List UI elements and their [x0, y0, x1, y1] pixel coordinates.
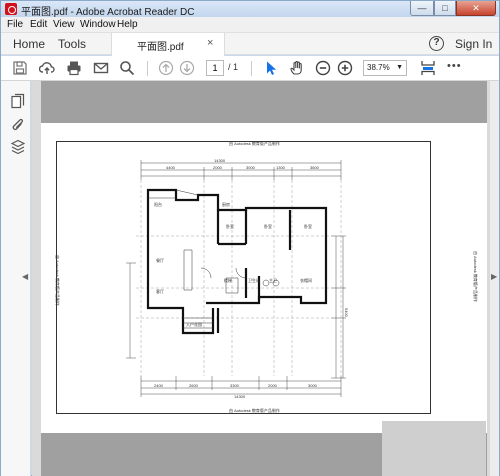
menu-window[interactable]: Window	[80, 19, 116, 30]
zoom-out-icon[interactable]	[315, 60, 331, 76]
maximize-button[interactable]: □	[434, 1, 456, 16]
print-icon[interactable]	[66, 60, 82, 76]
page-down-icon[interactable]	[179, 60, 195, 76]
menu-file[interactable]: File	[7, 19, 23, 30]
close-button[interactable]: ✕	[456, 1, 496, 16]
email-icon[interactable]	[93, 60, 109, 76]
room-label: 卧室	[226, 223, 234, 229]
select-cursor-icon[interactable]	[263, 60, 279, 76]
page-edge-shadow	[382, 421, 486, 476]
document-viewport: 由 Autodesk 教育版产品制作 由 Autodesk 教育版产品制作 由 …	[32, 81, 490, 476]
menu-help[interactable]: Help	[117, 19, 138, 30]
page-total: / 1	[228, 62, 239, 72]
right-panel-expand-icon[interactable]: ▶	[491, 272, 497, 281]
title-bar: 平面图.pdf - Adobe Acrobat Reader DC — □ ✕	[1, 1, 499, 18]
right-side-caption: 由 Autodesk 教育版产品制作	[473, 251, 478, 302]
room-label: 主卫	[269, 277, 277, 283]
top-caption: 由 Autodesk 教育版产品制作	[229, 141, 280, 146]
page-up-icon[interactable]	[158, 60, 174, 76]
bottom-dim-2: 2600	[189, 383, 199, 388]
room-label: 卫生间	[248, 277, 260, 283]
side-total-dimension: 9400	[344, 308, 349, 318]
left-rail: ◀	[1, 81, 31, 476]
zoom-in-icon[interactable]	[337, 60, 353, 76]
tools-tab[interactable]: Tools	[58, 37, 86, 51]
document-tab-label: 平面图.pdf	[137, 42, 184, 53]
floor-plan-drawing: 14300 4400 2000 3000 1300 3600 2400 2600…	[126, 158, 349, 398]
minimize-button[interactable]: —	[410, 1, 434, 16]
room-label: 阳台	[154, 201, 162, 207]
bottom-dim-1: 2400	[154, 383, 164, 388]
window-title: 平面图.pdf - Adobe Acrobat Reader DC	[21, 7, 195, 18]
toolbar-separator	[147, 61, 148, 76]
menu-view[interactable]: View	[53, 19, 75, 30]
zoom-level-select[interactable]: 38.7% ▼	[363, 60, 407, 76]
bottom-caption: 由 Autodesk 教育版产品制作	[229, 408, 280, 413]
fit-page-icon[interactable]	[420, 60, 436, 76]
close-tab-icon[interactable]: ×	[207, 37, 213, 49]
acrobat-logo-icon	[5, 3, 17, 15]
page-gap-top	[41, 81, 487, 123]
sign-in-button[interactable]: Sign In	[455, 37, 492, 51]
toolbar: / 1 38.7% ▼ •••	[1, 56, 499, 81]
hand-tool-icon[interactable]	[289, 60, 305, 76]
menu-edit[interactable]: Edit	[30, 19, 47, 30]
room-label: 客厅	[156, 288, 164, 294]
menu-bar: File Edit View Window Help	[1, 17, 499, 33]
top-dim-4: 1300	[276, 165, 286, 170]
page-thumbnails-icon[interactable]	[11, 93, 25, 109]
top-dim-1: 4400	[166, 165, 176, 170]
room-label: 卧室	[264, 223, 272, 229]
top-total-dimension: 14300	[214, 158, 226, 163]
room-label: 入户花园	[186, 321, 202, 327]
room-label: 餐厅	[156, 257, 164, 263]
page-number-input[interactable]	[206, 60, 224, 76]
layers-icon[interactable]	[11, 139, 25, 155]
top-dim-3: 3000	[246, 165, 256, 170]
document-tab[interactable]: 平面图.pdf ×	[111, 33, 225, 56]
top-dim-2: 2000	[213, 165, 223, 170]
bottom-dim-3: 3300	[230, 383, 240, 388]
room-label: 衣帽间	[300, 277, 312, 283]
zoom-level-value: 38.7%	[367, 63, 390, 72]
attachment-icon[interactable]	[11, 117, 25, 133]
save-icon[interactable]	[12, 60, 28, 76]
app-tab-bar: Home Tools 平面图.pdf × ? Sign In	[1, 33, 499, 56]
bottom-dim-4: 2000	[268, 383, 278, 388]
upload-cloud-icon[interactable]	[39, 60, 55, 76]
top-dim-5: 3600	[310, 165, 320, 170]
left-side-caption: 由 Autodesk 教育版产品制作	[55, 255, 60, 306]
search-icon[interactable]	[119, 60, 135, 76]
left-panel-expand-icon[interactable]: ◀	[22, 272, 28, 281]
chevron-down-icon: ▼	[396, 64, 403, 71]
room-label: 卧室	[304, 223, 312, 229]
bottom-total-dimension: 14300	[234, 394, 246, 398]
pdf-page: 由 Autodesk 教育版产品制作 由 Autodesk 教育版产品制作 由 …	[41, 123, 487, 433]
right-rail: ▶	[490, 81, 499, 476]
application-window: 平面图.pdf - Adobe Acrobat Reader DC — □ ✕ …	[0, 0, 500, 476]
help-icon[interactable]: ?	[429, 36, 444, 51]
more-icon[interactable]: •••	[447, 60, 462, 72]
bottom-dim-5: 3000	[308, 383, 318, 388]
room-label: 楼梯	[224, 277, 232, 283]
home-tab[interactable]: Home	[13, 37, 45, 51]
room-label: 厨房	[222, 201, 230, 207]
toolbar-separator	[251, 61, 252, 76]
